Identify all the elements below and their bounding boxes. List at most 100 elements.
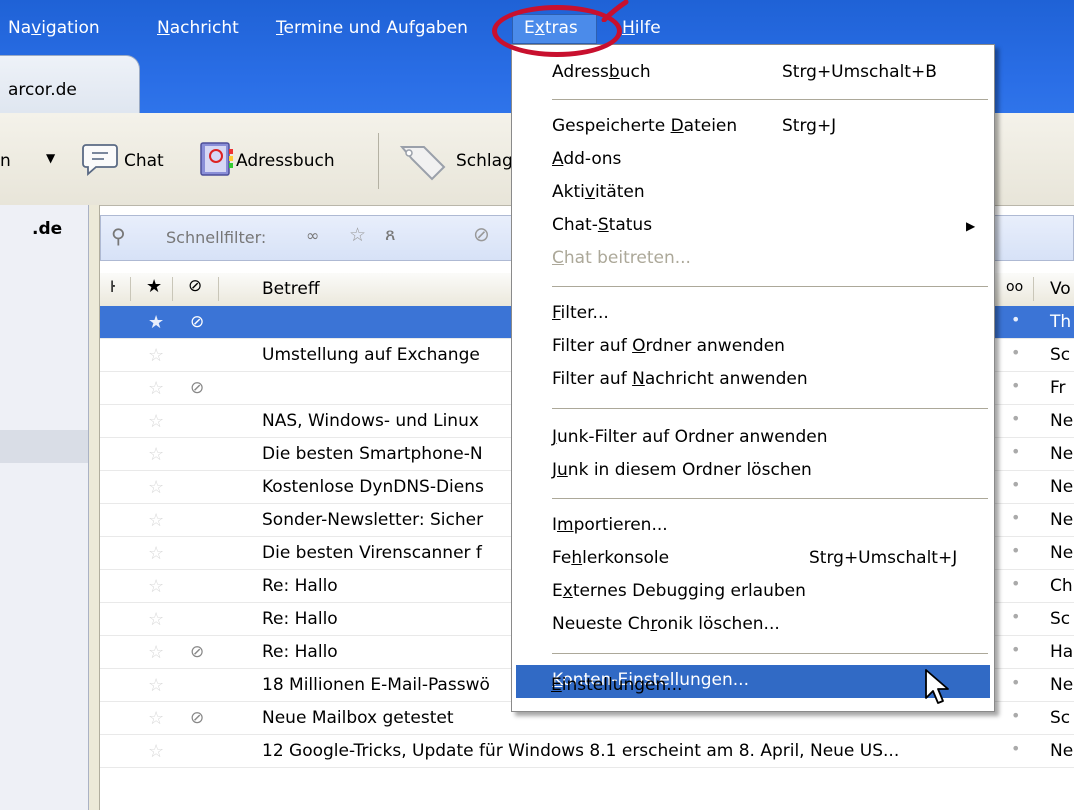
menu-nachricht[interactable]: Nachricht bbox=[157, 18, 239, 38]
read-status-icon[interactable]: • bbox=[1011, 541, 1020, 560]
menu-item-filter[interactable]: Filter... bbox=[516, 298, 990, 331]
pane-splitter[interactable] bbox=[89, 205, 100, 810]
row-subject: Neue Mailbox getestet bbox=[262, 708, 454, 728]
row-subject: Re: Hallo bbox=[262, 609, 338, 629]
from-column-header[interactable]: Vo bbox=[1050, 279, 1071, 299]
menu-item-filter-nachricht[interactable]: Filter auf Nachricht anwenden bbox=[516, 364, 990, 397]
read-status-icon[interactable]: • bbox=[1011, 409, 1020, 428]
starred-filter-icon[interactable]: ☆ bbox=[349, 224, 366, 246]
row-subject: Die besten Smartphone-N bbox=[262, 444, 483, 464]
quickfilter-label: Schnellfilter: bbox=[166, 228, 267, 247]
star-icon[interactable]: ★ bbox=[148, 312, 164, 333]
star-icon[interactable]: ☆ bbox=[148, 576, 164, 597]
contact-filter-icon[interactable]: ጸ bbox=[385, 224, 396, 245]
star-icon[interactable]: ☆ bbox=[148, 675, 164, 696]
star-icon[interactable]: ☆ bbox=[148, 642, 164, 663]
star-icon[interactable]: ☆ bbox=[148, 378, 164, 399]
addressbook-icon[interactable] bbox=[196, 139, 236, 179]
read-status-icon[interactable]: • bbox=[1011, 343, 1020, 362]
tag-icon[interactable] bbox=[394, 137, 450, 181]
read-status-icon[interactable]: • bbox=[1011, 673, 1020, 692]
attachment-icon: ⊘ bbox=[190, 378, 205, 398]
read-status-icon[interactable]: • bbox=[1011, 508, 1020, 527]
table-row[interactable]: ☆ 12 Google-Tricks, Update für Windows 8.… bbox=[100, 735, 1074, 768]
read-status-icon[interactable]: • bbox=[1011, 739, 1020, 758]
thread-column-icon[interactable]: ŀ bbox=[110, 278, 115, 296]
label-part: rdner anwenden bbox=[645, 336, 785, 356]
mouse-cursor-icon bbox=[925, 669, 949, 704]
read-status-icon[interactable]: • bbox=[1011, 376, 1020, 395]
menu-item-add-ons[interactable]: Add-ons bbox=[516, 144, 990, 177]
star-icon[interactable]: ☆ bbox=[148, 741, 164, 762]
menu-navigation[interactable]: Navigation bbox=[8, 18, 100, 38]
menu-item-einstellungen[interactable]: Einstellungen... bbox=[515, 670, 989, 703]
menu-mnemonic: C bbox=[552, 248, 564, 268]
menu-item-fehlerkonsole[interactable]: Fehlerkonsole Strg+Umschalt+J bbox=[516, 543, 990, 576]
star-icon[interactable]: ☆ bbox=[148, 345, 164, 366]
chat-button[interactable]: Chat bbox=[124, 151, 164, 171]
menu-separator bbox=[552, 653, 988, 654]
star-icon[interactable]: ☆ bbox=[148, 708, 164, 729]
menu-shortcut: Strg+J bbox=[782, 116, 837, 136]
extras-dropdown-menu: Adressbuch Strg+Umschalt+B Gespeicherte D… bbox=[511, 44, 995, 712]
label-part: Filter auf bbox=[552, 336, 633, 356]
menu-item-importieren[interactable]: Importieren... bbox=[516, 510, 990, 543]
menu-mnemonic: O bbox=[632, 336, 646, 356]
star-icon[interactable]: ☆ bbox=[148, 543, 164, 564]
unread-filter-icon[interactable]: ∞ bbox=[306, 226, 319, 245]
read-status-icon[interactable]: • bbox=[1011, 640, 1020, 659]
row-from: Ne bbox=[1050, 741, 1074, 761]
addressbook-button[interactable]: Adressbuch bbox=[236, 151, 335, 171]
column-divider bbox=[130, 277, 131, 301]
read-status-icon[interactable]: • bbox=[1011, 475, 1020, 494]
subject-column-header[interactable]: Betreff bbox=[262, 279, 320, 299]
chat-icon[interactable] bbox=[82, 141, 118, 177]
account-name[interactable]: .de bbox=[32, 219, 62, 239]
menu-mnemonic: N bbox=[632, 369, 645, 389]
row-from: Ne bbox=[1050, 411, 1074, 431]
menu-mnemonic: T bbox=[276, 18, 284, 38]
menu-item-junk-loeschen[interactable]: Junk in diesem Ordner löschen bbox=[516, 455, 990, 488]
menu-item-junk-filter[interactable]: Junk-Filter auf Ordner anwenden bbox=[516, 422, 990, 455]
menu-item-externes-debugging[interactable]: Externes Debugging erlauben bbox=[516, 576, 990, 609]
star-icon[interactable]: ☆ bbox=[148, 477, 164, 498]
menu-item-adressbuch[interactable]: Adressbuch Strg+Umschalt+B bbox=[516, 57, 990, 90]
read-status-icon[interactable]: • bbox=[1011, 574, 1020, 593]
menu-label-part: ilfe bbox=[634, 18, 661, 38]
quickfilter-pin-icon[interactable]: ⚲ bbox=[111, 224, 126, 248]
star-icon[interactable]: ☆ bbox=[148, 609, 164, 630]
read-status-icon[interactable]: • bbox=[1011, 607, 1020, 626]
row-from: Ne bbox=[1050, 444, 1074, 464]
menu-item-chat-status[interactable]: Chat-Status ▶ bbox=[516, 210, 990, 243]
menu-item-gespeicherte-dateien[interactable]: Gespeicherte Dateien Strg+J bbox=[516, 111, 990, 144]
folder-pane: .de bbox=[0, 205, 89, 810]
row-from: Sc bbox=[1050, 708, 1071, 728]
row-from: Sc bbox=[1050, 345, 1071, 365]
menu-item-filter-ordner[interactable]: Filter auf Ordner anwenden bbox=[516, 331, 990, 364]
menu-item-chronik-loeschen[interactable]: Neueste Chronik löschen... bbox=[516, 609, 990, 642]
label-part: ilter... bbox=[560, 303, 609, 323]
label-part: ternes Debugging erlauben bbox=[572, 581, 806, 601]
label-part: Filter auf bbox=[552, 369, 633, 389]
read-status-icon[interactable]: • bbox=[1011, 706, 1020, 725]
row-from: Fr bbox=[1050, 378, 1066, 398]
menu-mnemonic: F bbox=[552, 303, 561, 323]
menu-termine[interactable]: Termine und Aufgaben bbox=[276, 18, 468, 38]
star-icon[interactable]: ☆ bbox=[148, 510, 164, 531]
selected-folder[interactable] bbox=[0, 430, 88, 463]
toolbar-label-cut[interactable]: n bbox=[0, 151, 11, 171]
label-part: Chat- bbox=[552, 215, 598, 235]
read-status-icon[interactable]: • bbox=[1011, 442, 1020, 461]
dropdown-arrow-icon[interactable]: ▼ bbox=[46, 151, 55, 165]
star-icon[interactable]: ☆ bbox=[148, 411, 164, 432]
attachment-column-icon[interactable]: ⊘ bbox=[188, 276, 202, 296]
account-tab[interactable]: arcor.de bbox=[0, 55, 140, 113]
tags-button[interactable]: Schlag bbox=[456, 151, 513, 171]
label-part: ateien bbox=[683, 116, 738, 136]
read-column-icon[interactable]: oo bbox=[1006, 279, 1023, 295]
tag-filter-icon[interactable]: ⊘ bbox=[473, 222, 490, 246]
star-column-icon[interactable]: ★ bbox=[146, 276, 162, 297]
star-icon[interactable]: ☆ bbox=[148, 444, 164, 465]
menu-item-aktivitaeten[interactable]: Aktivitäten bbox=[516, 177, 990, 210]
read-status-icon[interactable]: • bbox=[1011, 310, 1020, 329]
